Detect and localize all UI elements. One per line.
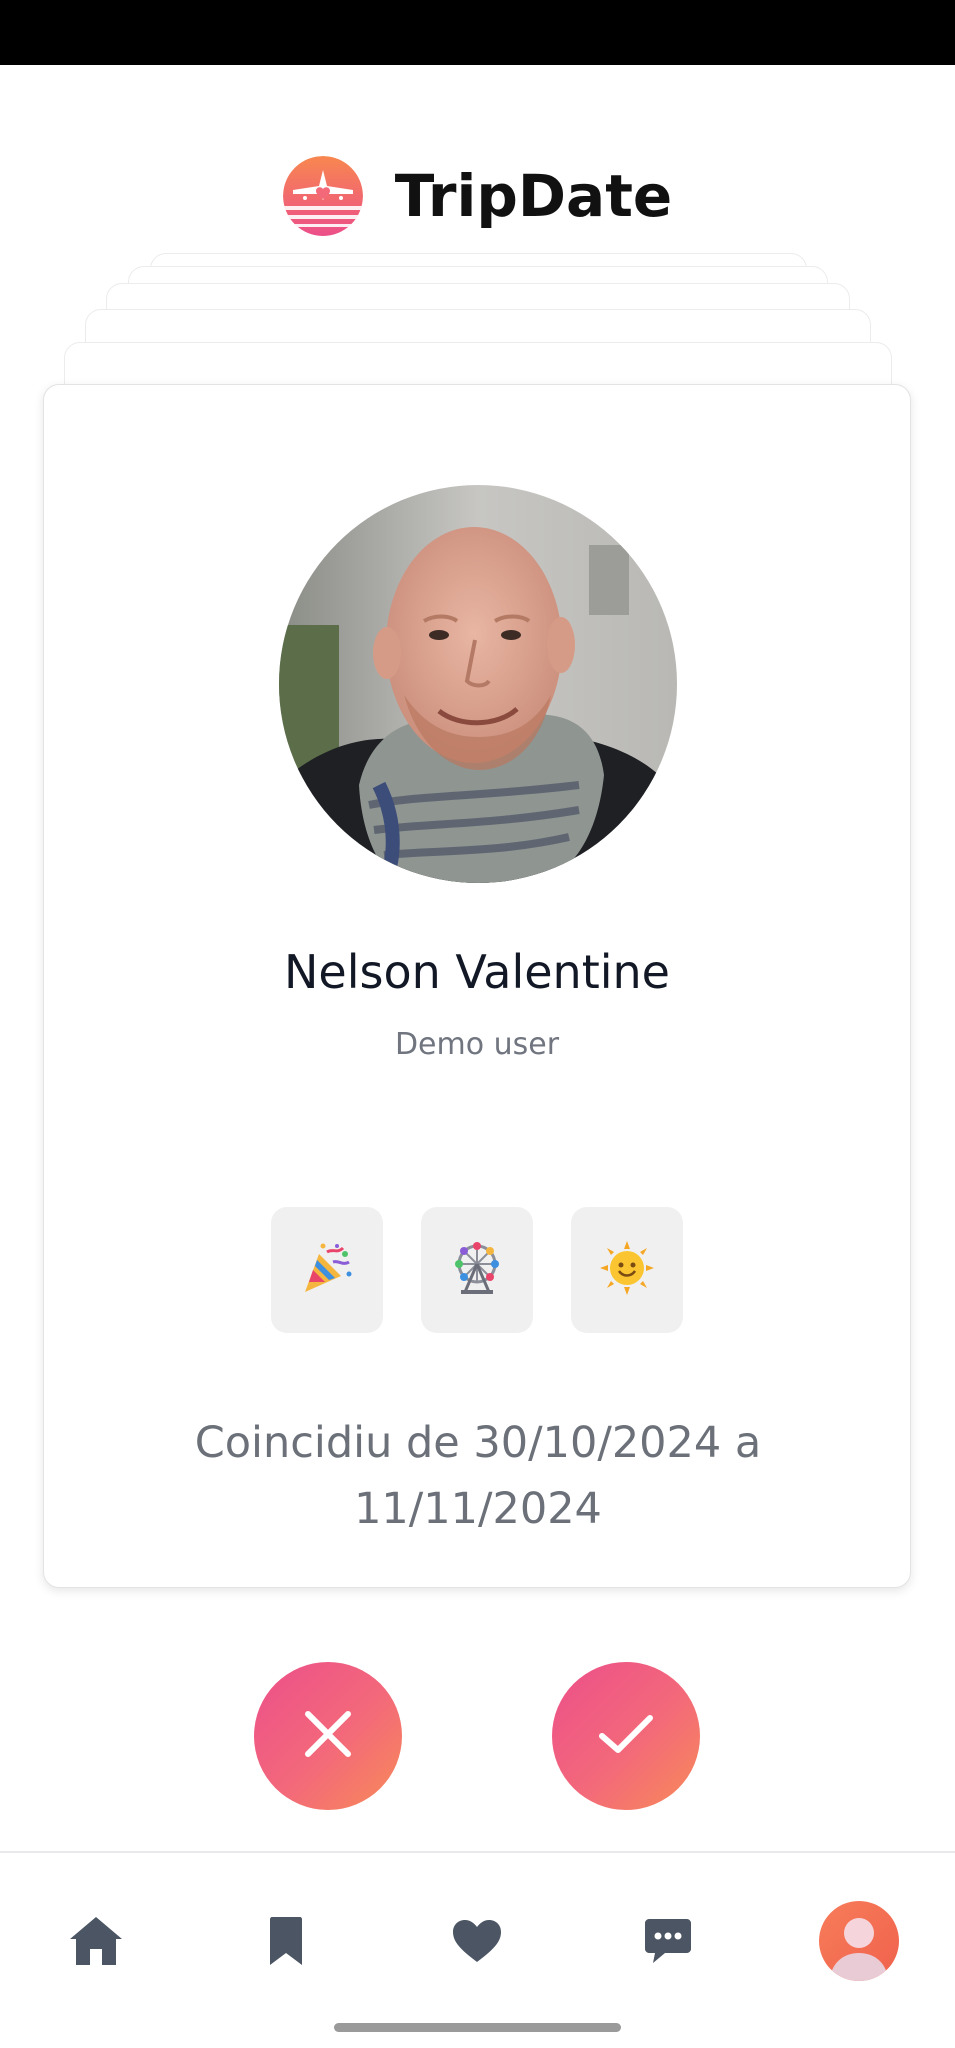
plane-heart-logo-icon — [282, 156, 363, 236]
party-popper-icon — [299, 1240, 355, 1300]
sun-icon — [599, 1240, 655, 1300]
nav-profile[interactable] — [819, 1901, 899, 1985]
close-icon — [300, 1706, 356, 1766]
coincidence-dates: Coincidiu de 30/10/2024 a 11/11/2024 — [194, 1418, 762, 1534]
app-title: TripDate — [394, 162, 673, 230]
bookmark-icon — [268, 1915, 304, 1971]
profile-photo — [279, 485, 677, 883]
status-bar — [0, 0, 955, 65]
ferris-wheel-icon — [449, 1240, 505, 1300]
profile-avatar-icon — [819, 1901, 899, 1985]
home-indicator[interactable] — [334, 2023, 621, 2032]
interests-row — [44, 1207, 910, 1333]
nav-saved[interactable] — [246, 1903, 326, 1983]
profile-name: Nelson Valentine — [284, 945, 670, 999]
check-icon — [596, 1710, 656, 1762]
interest-chip — [421, 1207, 533, 1333]
profile-role: Demo user — [394, 1027, 560, 1062]
interest-chip — [271, 1207, 383, 1333]
profile-card[interactable]: Nelson Valentine Demo user Coincidiu de … — [43, 384, 911, 1588]
nav-home[interactable] — [56, 1903, 136, 1983]
reject-button[interactable] — [254, 1662, 402, 1810]
accept-button[interactable] — [552, 1662, 700, 1810]
bottom-nav — [0, 1853, 955, 2003]
chat-icon — [643, 1917, 693, 1969]
nav-messages[interactable] — [628, 1903, 708, 1983]
home-icon — [68, 1915, 124, 1971]
heart-icon — [451, 1918, 503, 1968]
nav-likes[interactable] — [437, 1903, 517, 1983]
interest-chip — [571, 1207, 683, 1333]
app-header: TripDate — [0, 150, 955, 242]
